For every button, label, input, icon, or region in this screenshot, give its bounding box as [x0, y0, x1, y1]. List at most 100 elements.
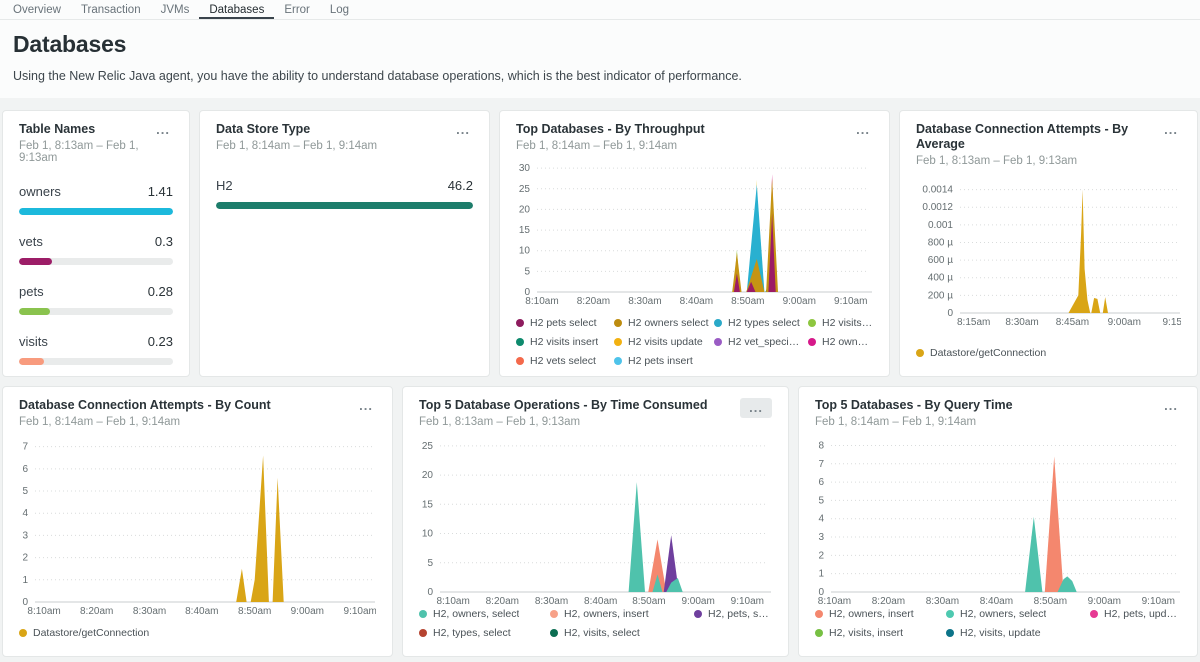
legend-item[interactable]: H2, owners, select: [419, 608, 546, 620]
legend-label: H2, visits, insert: [829, 627, 903, 639]
svg-text:8:40am: 8:40am: [584, 596, 617, 607]
legend-label: H2 pets insert: [628, 355, 693, 367]
svg-text:8:20am: 8:20am: [486, 596, 519, 607]
legend-dot-icon: [614, 338, 622, 346]
legend-item[interactable]: H2 owners insert: [808, 336, 873, 348]
svg-text:0: 0: [427, 587, 433, 598]
svg-text:8:40am: 8:40am: [980, 596, 1013, 607]
svg-text:2: 2: [818, 550, 824, 561]
tab-jvms[interactable]: JVMs: [151, 0, 200, 19]
bar-row: owners 1.41: [19, 184, 173, 215]
legend-item[interactable]: H2 pets select: [516, 317, 610, 329]
svg-text:3: 3: [818, 532, 824, 543]
legend-item[interactable]: H2, visits, update: [946, 627, 1086, 639]
time-consumed-area-chart: 25201510508:10am8:20am8:30am8:40am8:50am…: [419, 432, 772, 608]
svg-text:8:50am: 8:50am: [731, 296, 764, 307]
dashboard: Table Names Feb 1, 8:13am – Feb 1, 9:13a…: [0, 98, 1200, 657]
legend-item[interactable]: H2, owners, insert: [550, 608, 690, 620]
card-menu-button[interactable]: ...: [740, 398, 772, 418]
card-title: Database Connection Attempts - By Count: [19, 398, 271, 413]
legend-item[interactable]: H2, owners, insert: [815, 608, 942, 620]
card-title: Top 5 Databases - By Query Time: [815, 398, 1013, 413]
svg-text:5: 5: [818, 495, 824, 506]
legend-label: H2 owners select: [628, 317, 709, 329]
legend-dot-icon: [714, 338, 722, 346]
tab-transaction[interactable]: Transaction: [71, 0, 151, 19]
svg-text:9:15am: 9:15am: [1162, 317, 1181, 328]
svg-text:0.0014: 0.0014: [922, 185, 953, 196]
svg-text:8:30am: 8:30am: [1005, 317, 1038, 328]
legend-item[interactable]: H2, pets, update: [1090, 608, 1181, 620]
bar-row: vets0.3: [19, 234, 173, 265]
chart-legend: Datastore/getConnection: [916, 347, 1181, 359]
legend-item[interactable]: H2, visits, select: [550, 627, 690, 639]
tab-log[interactable]: Log: [320, 0, 359, 19]
svg-text:8:30am: 8:30am: [133, 606, 166, 617]
tab-overview[interactable]: Overview: [3, 0, 71, 19]
svg-text:8:20am: 8:20am: [577, 296, 610, 307]
card-menu-button[interactable]: ...: [1161, 122, 1181, 138]
svg-text:9:00am: 9:00am: [291, 606, 324, 617]
legend-item[interactable]: H2 visits update: [614, 336, 710, 348]
card-db-connection-attempts-by-average: Database Connection Attempts - By Averag…: [899, 110, 1198, 377]
legend-item[interactable]: H2 owners select: [614, 317, 710, 329]
bar-value: 0.23: [148, 334, 173, 349]
card-menu-button[interactable]: ...: [356, 398, 376, 414]
legend-item[interactable]: H2, visits, insert: [815, 627, 942, 639]
svg-text:3: 3: [22, 530, 28, 541]
legend-item[interactable]: H2 types select: [714, 317, 804, 329]
svg-text:25: 25: [519, 184, 531, 195]
svg-text:30: 30: [519, 163, 531, 174]
legend-label: H2 visits insert: [530, 336, 598, 348]
svg-text:8: 8: [818, 440, 824, 451]
legend-item[interactable]: H2, pets, select: [694, 608, 772, 620]
svg-text:15: 15: [519, 225, 531, 236]
chart-legend: H2, owners, select H2, owners, insert H2, …: [419, 608, 772, 639]
bar-value: 0.28: [148, 284, 173, 299]
legend-item[interactable]: H2 vets select: [516, 355, 610, 367]
tab-error[interactable]: Error: [274, 0, 320, 19]
legend-label: H2, owners, select: [433, 608, 519, 620]
legend-item[interactable]: Datastore/getConnection: [19, 627, 376, 639]
legend-item[interactable]: H2, owners, select: [946, 608, 1086, 620]
legend-item[interactable]: H2 vet_specialti…: [714, 336, 804, 348]
bar-fill: [216, 202, 473, 209]
legend-item[interactable]: H2 visits insert: [516, 336, 610, 348]
svg-text:1: 1: [22, 575, 28, 586]
chart-canvas: 8765432108:10am8:20am8:30am8:40am8:50am9…: [815, 432, 1181, 608]
svg-text:25: 25: [422, 441, 434, 452]
page-title: Databases: [13, 31, 1187, 58]
bar-row: H246.2: [216, 178, 473, 209]
svg-text:8:20am: 8:20am: [80, 606, 113, 617]
legend-dot-icon: [916, 349, 924, 357]
card-menu-button[interactable]: ...: [153, 122, 173, 138]
card-menu-button[interactable]: ...: [853, 122, 873, 138]
legend-label: H2 pets select: [530, 317, 597, 329]
svg-text:7: 7: [818, 459, 824, 470]
bar-label: owners: [19, 184, 61, 199]
legend-label: H2, owners, insert: [564, 608, 649, 620]
legend-dot-icon: [946, 610, 954, 618]
bar-value: 1.41: [148, 184, 173, 199]
legend-item[interactable]: H2 visits select: [808, 317, 873, 329]
card-menu-button[interactable]: ...: [453, 122, 473, 138]
card-menu-button[interactable]: ...: [1161, 398, 1181, 414]
legend-item[interactable]: Datastore/getConnection: [916, 347, 1181, 359]
svg-text:0: 0: [947, 308, 953, 319]
legend-dot-icon: [808, 338, 816, 346]
legend-item[interactable]: H2 pets insert: [614, 355, 710, 367]
svg-text:8:30am: 8:30am: [628, 296, 661, 307]
bar-row: pets0.28: [19, 284, 173, 315]
svg-text:9:10am: 9:10am: [344, 606, 376, 617]
legend-dot-icon: [419, 610, 427, 618]
chart-legend: H2 pets select H2 owners select H2 types s…: [516, 317, 873, 367]
throughput-area-chart: 3025201510508:10am8:20am8:30am8:40am8:50…: [516, 156, 873, 308]
legend-item[interactable]: H2, types, select: [419, 627, 546, 639]
bar-label: visits: [19, 334, 48, 349]
legend-dot-icon: [516, 338, 524, 346]
bar-track: [216, 202, 473, 209]
legend-label: H2 vet_specialti…: [728, 336, 804, 348]
tab-databases[interactable]: Databases: [199, 0, 274, 19]
card-header: Database Connection Attempts - By Count …: [19, 398, 376, 428]
dashboard-row-2: Database Connection Attempts - By Count …: [2, 386, 1198, 657]
